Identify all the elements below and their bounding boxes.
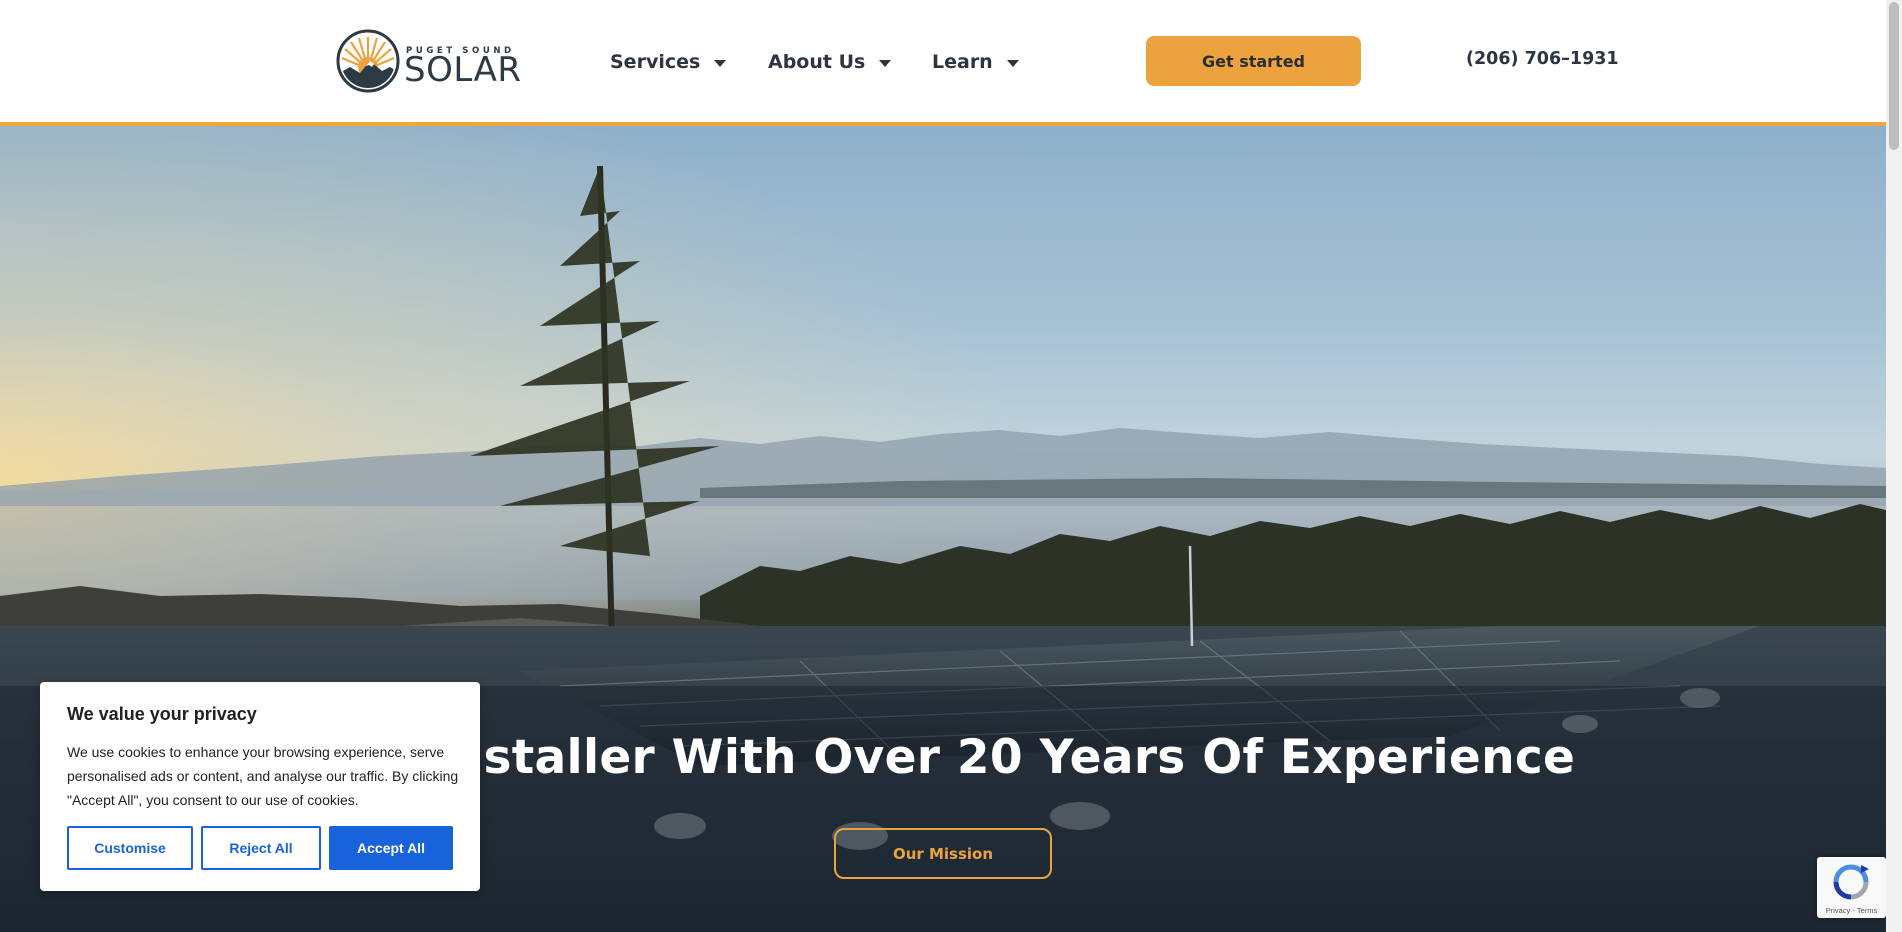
get-started-button[interactable]: Get started <box>1146 36 1361 86</box>
recaptcha-badge[interactable]: Privacy - Terms <box>1817 857 1886 918</box>
recaptcha-icon <box>1833 864 1869 900</box>
our-mission-button[interactable]: Our Mission <box>834 828 1052 879</box>
site-header: PUGET SOUND SOLAR Services About Us Lear… <box>0 0 1886 126</box>
cookie-title: We value your privacy <box>67 704 257 724</box>
cookie-consent-banner: We value your privacy We use cookies to … <box>40 682 480 891</box>
chevron-down-icon <box>714 59 727 67</box>
recaptcha-links[interactable]: Privacy - Terms <box>1817 906 1886 915</box>
phone-link[interactable]: (206) 706–1931 <box>1466 49 1619 69</box>
nav-about-us-label: About Us <box>768 51 866 73</box>
nav-services[interactable]: Services <box>610 47 727 77</box>
reject-all-button[interactable]: Reject All <box>201 826 321 870</box>
logo-wordmark: SOLAR <box>404 50 522 90</box>
nav-learn[interactable]: Learn <box>932 47 1019 77</box>
customise-button[interactable]: Customise <box>67 826 193 870</box>
page-scrollbar[interactable] <box>1886 0 1902 932</box>
site-logo[interactable]: PUGET SOUND SOLAR <box>336 29 521 93</box>
nav-services-label: Services <box>610 51 701 73</box>
sun-mountain-logo-icon <box>336 29 400 93</box>
scrollbar-thumb[interactable] <box>1889 2 1899 150</box>
chevron-down-icon <box>1006 59 1019 67</box>
nav-about-us[interactable]: About Us <box>768 47 892 77</box>
chevron-down-icon <box>879 59 892 67</box>
nav-learn-label: Learn <box>932 51 993 73</box>
accept-all-button[interactable]: Accept All <box>329 826 453 870</box>
cookie-description: We use cookies to enhance your browsing … <box>67 744 459 808</box>
